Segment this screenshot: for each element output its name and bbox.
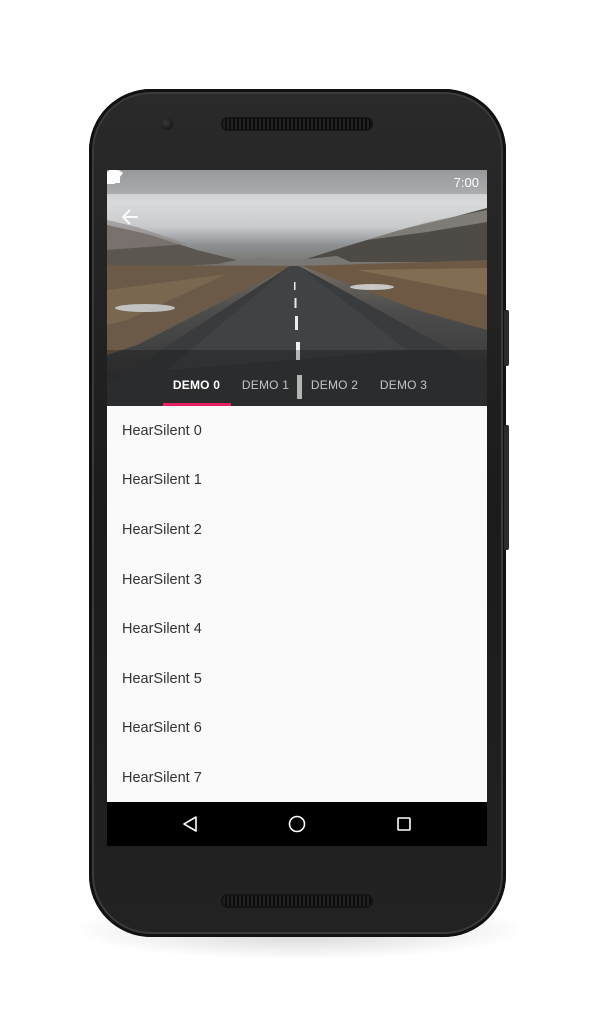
tab-bar: DEMO 0 DEMO 1 DEMO 2 DEMO 3 [107, 370, 487, 406]
list-item-label: HearSilent 5 [122, 670, 202, 687]
tab-label: DEMO 3 [379, 378, 428, 392]
bottom-speaker [221, 894, 373, 908]
tab-label: DEMO 0 [172, 378, 221, 392]
list-item-label: HearSilent 3 [122, 571, 202, 588]
list-item-label: HearSilent 6 [122, 720, 202, 737]
list-item[interactable]: HearSilent 5 [107, 654, 487, 704]
power-button [504, 310, 509, 366]
list-item[interactable]: HearSilent 0 [107, 406, 487, 456]
top-speaker [221, 117, 373, 131]
item-list: HearSilent 0 HearSilent 1 HearSilent 2 H… [107, 406, 487, 803]
home-circle-icon [288, 815, 306, 833]
status-bar: 7:00 [107, 170, 487, 194]
front-camera [161, 118, 173, 130]
volume-button [504, 425, 509, 550]
back-triangle-icon [183, 816, 197, 832]
recents-square-icon [397, 817, 411, 831]
screen: 7:00 DEMO 0 DEMO 1 DEMO 2 DEMO 3 HearSil… [107, 170, 487, 846]
list-item[interactable]: HearSilent 7 [107, 753, 487, 803]
list-item-label: HearSilent 7 [122, 769, 202, 786]
back-button[interactable] [121, 208, 145, 232]
tab-demo-2[interactable]: DEMO 2 [300, 370, 369, 406]
navigation-bar [107, 802, 487, 846]
arrow-back-icon [121, 209, 138, 225]
nav-back-button[interactable] [178, 812, 202, 836]
list-item[interactable]: HearSilent 2 [107, 505, 487, 555]
tab-demo-3[interactable]: DEMO 3 [369, 370, 438, 406]
nav-recents-button[interactable] [392, 812, 416, 836]
header-image: 7:00 DEMO 0 DEMO 1 DEMO 2 DEMO 3 [107, 170, 487, 406]
list-item-label: HearSilent 4 [122, 621, 202, 638]
tab-label: DEMO 2 [310, 378, 359, 392]
device-mockup: 7:00 DEMO 0 DEMO 1 DEMO 2 DEMO 3 HearSil… [0, 0, 597, 1024]
tab-label: DEMO 1 [241, 378, 290, 392]
list-item-label: HearSilent 0 [122, 422, 202, 439]
list-item[interactable]: HearSilent 4 [107, 604, 487, 654]
list-item-label: HearSilent 1 [122, 472, 202, 489]
tab-demo-1[interactable]: DEMO 1 [231, 370, 300, 406]
status-time: 7:00 [453, 174, 479, 190]
list-item[interactable]: HearSilent 3 [107, 555, 487, 605]
list-item[interactable]: HearSilent 6 [107, 704, 487, 754]
nav-home-button[interactable] [285, 812, 309, 836]
list-item-label: HearSilent 2 [122, 521, 202, 538]
list-item[interactable]: HearSilent 1 [107, 456, 487, 506]
tab-demo-0[interactable]: DEMO 0 [162, 370, 231, 406]
